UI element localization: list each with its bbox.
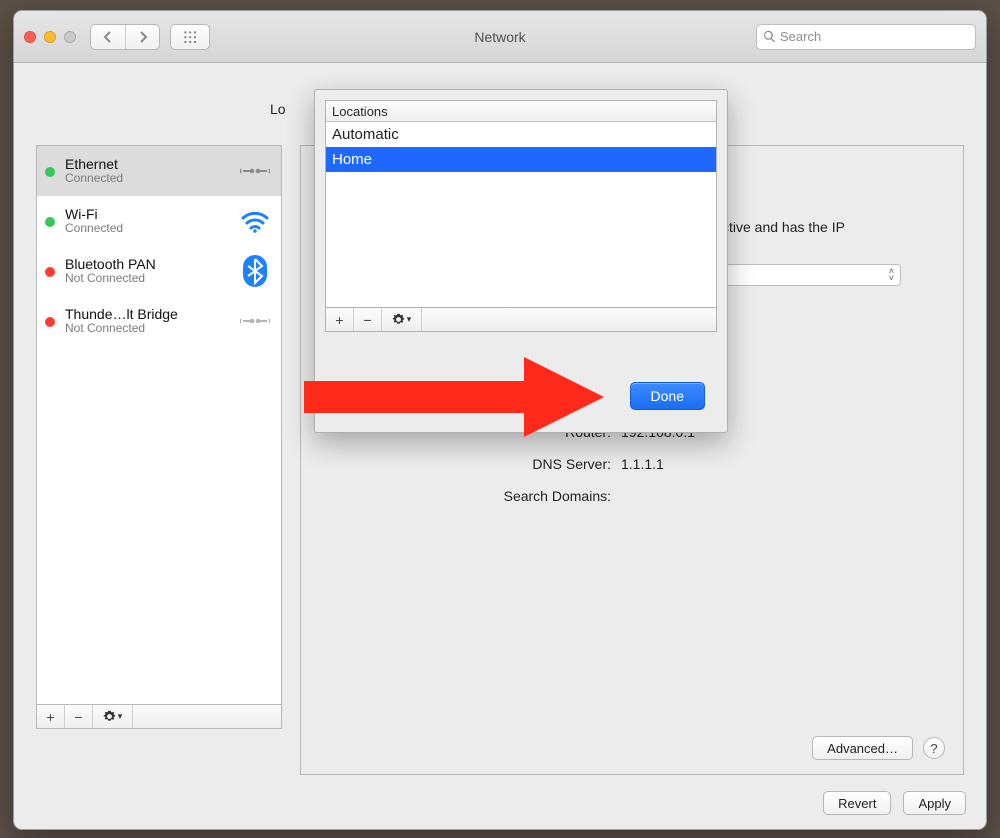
search-icon bbox=[763, 30, 776, 43]
service-status: Connected bbox=[65, 222, 229, 236]
chevron-down-icon: ▾ bbox=[407, 314, 412, 325]
remove-location-button[interactable]: − bbox=[354, 308, 382, 331]
gear-icon bbox=[392, 313, 405, 326]
action-bar-spacer bbox=[422, 308, 716, 331]
titlebar: Network bbox=[14, 11, 986, 63]
footer-buttons: Revert Apply bbox=[823, 791, 966, 815]
service-item-ethernet[interactable]: Ethernet Connected bbox=[37, 146, 281, 196]
chevron-left-icon bbox=[103, 31, 113, 43]
service-status: Not Connected bbox=[65, 322, 229, 336]
done-button[interactable]: Done bbox=[630, 382, 705, 410]
service-text: Bluetooth PAN Not Connected bbox=[65, 256, 229, 286]
nav-forward-button[interactable] bbox=[125, 25, 159, 49]
search-input[interactable] bbox=[780, 29, 969, 44]
search-domains-row: Search Domains: bbox=[421, 488, 881, 504]
locations-popover: Locations Automatic Home + − ▾ Done bbox=[314, 89, 728, 433]
updown-icon: ˄˅ bbox=[889, 268, 894, 282]
status-text-fragment: ctive and has the IP bbox=[722, 219, 845, 235]
close-window-button[interactable] bbox=[24, 31, 36, 43]
dns-label: DNS Server: bbox=[421, 456, 621, 472]
locations-header: Locations bbox=[325, 100, 717, 122]
service-status: Connected bbox=[65, 172, 229, 186]
bluetooth-icon bbox=[239, 255, 271, 287]
dns-row: DNS Server: 1.1.1.1 bbox=[421, 456, 881, 472]
service-item-thunderbolt-bridge[interactable]: Thunde…lt Bridge Not Connected bbox=[37, 296, 281, 346]
configure-select-partial[interactable]: ˄˅ bbox=[711, 264, 901, 286]
dns-value: 1.1.1.1 bbox=[621, 456, 664, 472]
detail-rows: Router: 192.168.0.1 DNS Server: 1.1.1.1 … bbox=[421, 424, 881, 520]
status-dot bbox=[45, 167, 55, 177]
ethernet-grey-icon bbox=[239, 305, 271, 337]
status-dot bbox=[45, 217, 55, 227]
network-preferences-window: Network Lo ˄ ˅ Ethernet Connected bbox=[13, 10, 987, 830]
locations-list: Automatic Home bbox=[325, 122, 717, 308]
service-text: Wi-Fi Connected bbox=[65, 206, 229, 236]
advanced-button[interactable]: Advanced… bbox=[812, 736, 913, 760]
window-controls bbox=[24, 31, 76, 43]
service-text: Ethernet Connected bbox=[65, 156, 229, 186]
service-name: Ethernet bbox=[65, 156, 229, 172]
revert-button[interactable]: Revert bbox=[823, 791, 891, 815]
location-item-automatic[interactable]: Automatic bbox=[326, 122, 716, 147]
chevron-right-icon bbox=[138, 31, 148, 43]
ethernet-icon bbox=[239, 155, 271, 187]
status-dot bbox=[45, 317, 55, 327]
status-dot bbox=[45, 267, 55, 277]
service-action-bar: + − ▾ bbox=[36, 705, 282, 729]
search-domains-label: Search Domains: bbox=[421, 488, 621, 504]
grid-icon bbox=[183, 30, 197, 44]
minimize-window-button[interactable] bbox=[44, 31, 56, 43]
zoom-window-button[interactable] bbox=[64, 31, 76, 43]
wifi-icon bbox=[239, 205, 271, 237]
locations-action-bar: + − ▾ bbox=[325, 308, 717, 332]
service-name: Bluetooth PAN bbox=[65, 256, 229, 272]
service-options-button[interactable]: ▾ bbox=[93, 705, 133, 728]
show-all-button[interactable] bbox=[170, 24, 210, 50]
help-button[interactable]: ? bbox=[923, 737, 945, 759]
remove-service-button[interactable]: − bbox=[65, 705, 93, 728]
nav-back-forward bbox=[90, 24, 160, 50]
add-service-button[interactable]: + bbox=[37, 705, 65, 728]
apply-button[interactable]: Apply bbox=[903, 791, 966, 815]
service-text: Thunde…lt Bridge Not Connected bbox=[65, 306, 229, 336]
service-list: Ethernet Connected Wi-Fi Connected bbox=[36, 145, 282, 705]
service-item-bluetooth-pan[interactable]: Bluetooth PAN Not Connected bbox=[37, 246, 281, 296]
location-options-button[interactable]: ▾ bbox=[382, 308, 422, 331]
detail-bottom-right: Advanced… ? bbox=[812, 736, 945, 760]
service-item-wifi[interactable]: Wi-Fi Connected bbox=[37, 196, 281, 246]
nav-back-button[interactable] bbox=[91, 25, 125, 49]
service-name: Wi-Fi bbox=[65, 206, 229, 222]
add-location-button[interactable]: + bbox=[326, 308, 354, 331]
service-name: Thunde…lt Bridge bbox=[65, 306, 229, 322]
gear-icon bbox=[103, 710, 116, 723]
location-item-home[interactable]: Home bbox=[326, 147, 716, 172]
search-field[interactable] bbox=[756, 24, 976, 50]
service-status: Not Connected bbox=[65, 272, 229, 286]
chevron-down-icon: ▾ bbox=[118, 711, 123, 722]
sidebar: Ethernet Connected Wi-Fi Connected bbox=[36, 145, 282, 775]
